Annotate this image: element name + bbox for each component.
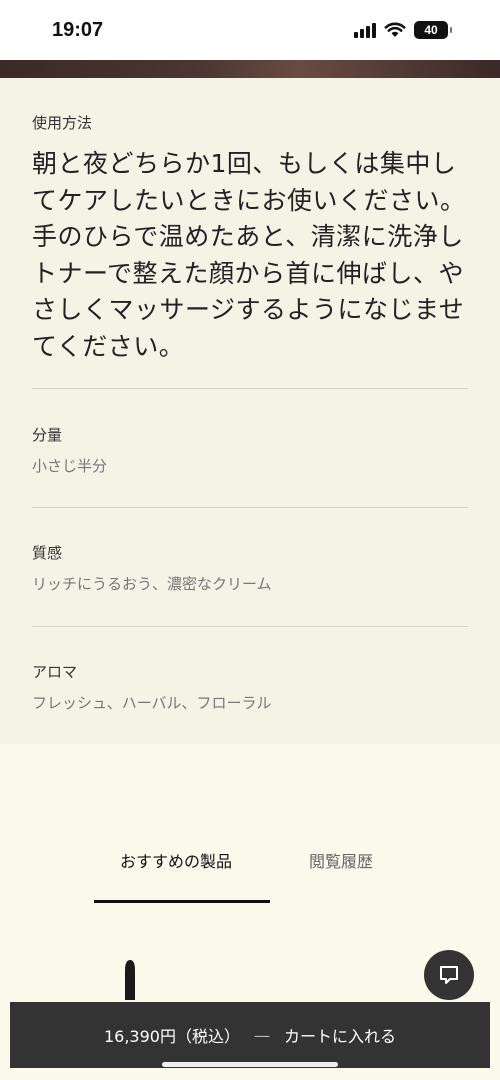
detail-texture: 質感 リッチにうるおう、濃密なクリーム — [32, 542, 272, 594]
usage-description: 朝と夜どちらか1回、もしくは集中してケアしたいときにお使いください。手のひらで温… — [32, 149, 466, 361]
detail-value: 小さじ半分 — [32, 457, 108, 475]
product-bottle-image[interactable] — [120, 960, 140, 1000]
battery-icon: 40 — [414, 21, 452, 39]
cart-separator: — — [253, 1025, 270, 1045]
product-tabs: おすすめの製品 閲覧履歴 — [0, 830, 500, 910]
divider — [32, 388, 468, 389]
divider — [32, 626, 468, 627]
cart-action-label: カートに入れる — [283, 1027, 396, 1046]
active-tab-indicator — [94, 900, 270, 903]
detail-title: 分量 — [32, 426, 63, 444]
detail-value: フレッシュ、ハーバル、フローラル — [32, 694, 272, 712]
detail-value: リッチにうるおう、濃密なクリーム — [32, 575, 272, 593]
status-time: 19:07 — [52, 18, 104, 41]
status-bar: 19:07 40 — [0, 0, 500, 60]
usage-label: 使用方法 — [32, 114, 93, 132]
home-indicator — [162, 1062, 338, 1067]
detail-amount: 分量 小さじ半分 — [32, 424, 107, 476]
add-to-cart-button[interactable]: 16,390円（税込） — カートに入れる — [10, 1002, 490, 1068]
chat-button[interactable] — [424, 950, 474, 1000]
cellular-signal-icon — [354, 22, 376, 38]
divider — [32, 507, 468, 508]
chat-bubble-icon — [440, 966, 458, 984]
detail-aroma: アロマ フレッシュ、ハーバル、フローラル — [32, 661, 272, 713]
product-info-panel: 使用方法 朝と夜どちらか1回、もしくは集中してケアしたいときにお使いください。手… — [0, 78, 500, 744]
tab-recommended[interactable]: おすすめの製品 — [120, 848, 232, 872]
product-image-strip — [0, 60, 500, 78]
status-icons: 40 — [354, 21, 452, 39]
battery-level: 40 — [424, 23, 438, 37]
detail-title: 質感 — [32, 544, 63, 562]
detail-title: アロマ — [32, 663, 78, 681]
wifi-icon — [384, 22, 406, 37]
cart-price: 16,390円（税込） — [103, 1027, 240, 1046]
tab-history[interactable]: 閲覧履歴 — [309, 848, 373, 872]
